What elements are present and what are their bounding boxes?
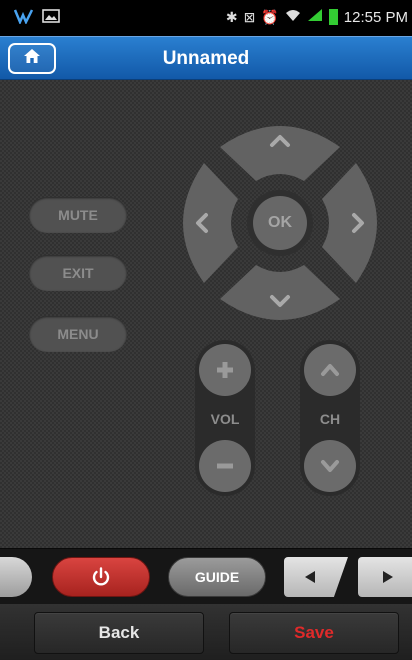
minus-icon <box>217 463 233 469</box>
save-button[interactable]: Save <box>229 612 399 654</box>
status-time: 12:55 PM <box>343 8 408 26</box>
nfc-icon: ⊠ <box>243 9 256 25</box>
wifi-icon <box>285 8 301 26</box>
rewind-button[interactable] <box>284 557 348 597</box>
power-icon <box>92 567 110 586</box>
triangle-right-icon <box>383 571 393 583</box>
status-bar: ✱ ⊠ ⏰ 12:55 PM <box>0 0 412 36</box>
dpad: OK <box>180 123 380 323</box>
back-label: Back <box>98 623 140 642</box>
dpad-up-button[interactable] <box>220 126 340 181</box>
channel-down-button[interactable] <box>304 440 356 492</box>
page-title: Unnamed <box>162 48 250 69</box>
chevron-up-icon <box>321 364 339 376</box>
dpad-right-button[interactable] <box>322 163 377 283</box>
channel-label: CH <box>319 411 341 427</box>
volume-label: VOL <box>210 411 240 427</box>
save-label: Save <box>294 623 334 642</box>
channel-rocker: CH <box>300 340 360 496</box>
guide-label: GUIDE <box>194 569 240 585</box>
volume-down-button[interactable] <box>199 440 251 492</box>
signal-icon <box>307 8 323 26</box>
battery-icon <box>328 9 338 25</box>
back-button[interactable]: Back <box>34 612 204 654</box>
channel-up-button[interactable] <box>304 344 356 396</box>
alarm-icon: ⏰ <box>261 9 279 25</box>
plus-icon <box>217 362 233 378</box>
chevron-down-icon <box>321 460 339 472</box>
menu-button[interactable]: MENU <box>29 316 127 352</box>
volume-up-button[interactable] <box>199 344 251 396</box>
action-bar: Back Save <box>0 604 412 660</box>
remote-pad: MUTE EXIT MENU OK VOL CH <box>0 80 412 548</box>
title-bar: Unnamed <box>0 36 412 80</box>
partial-button[interactable] <box>0 557 32 597</box>
dpad-left-button[interactable] <box>183 163 238 283</box>
carrier-icon <box>13 8 34 29</box>
ok-button[interactable]: OK <box>253 196 307 250</box>
ok-label: OK <box>268 214 292 231</box>
image-icon <box>42 8 60 29</box>
guide-button[interactable]: GUIDE <box>168 557 266 597</box>
forward-button[interactable] <box>358 557 412 597</box>
exit-button[interactable]: EXIT <box>29 255 127 291</box>
volume-rocker: VOL <box>195 340 255 496</box>
dpad-down-button[interactable] <box>220 265 340 320</box>
bottom-button-strip: GUIDE <box>0 548 412 604</box>
triangle-left-icon <box>305 571 315 583</box>
mute-button[interactable]: MUTE <box>29 197 127 233</box>
bluetooth-icon: ✱ <box>225 9 238 25</box>
power-button[interactable] <box>52 557 150 597</box>
